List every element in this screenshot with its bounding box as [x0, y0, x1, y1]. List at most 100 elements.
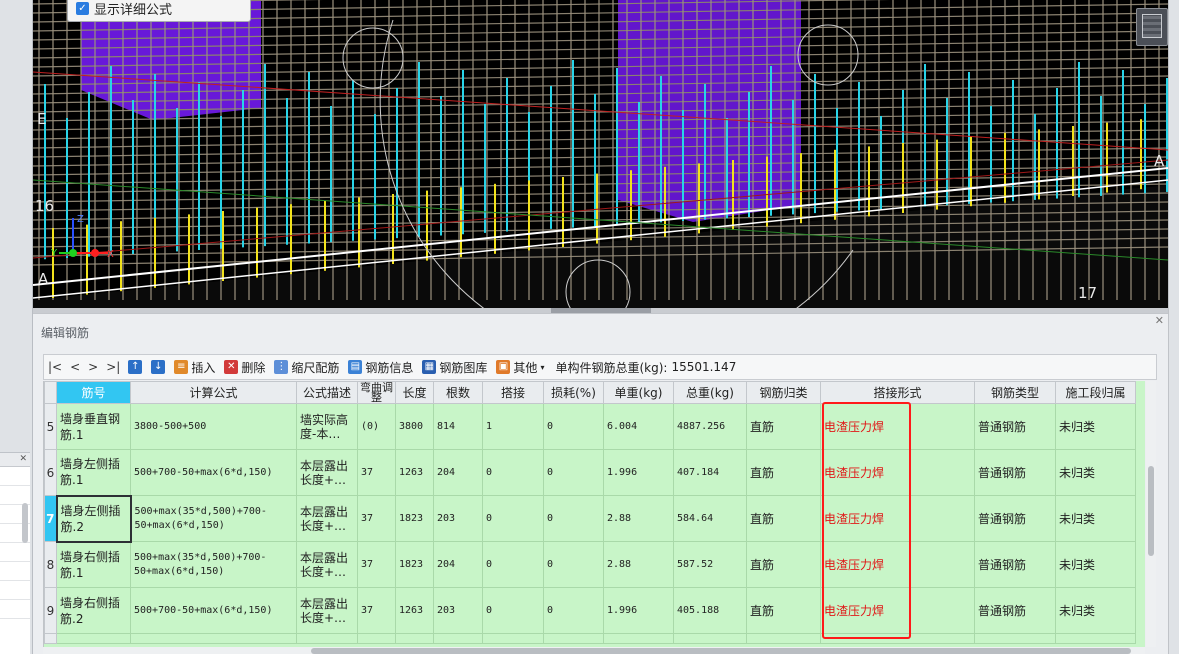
table-row[interactable]: 6 墙身左侧插筋.1 500+700-50+max(6*d,150) 本层露出长… [44, 449, 1136, 496]
cell-length[interactable]: 1823 [395, 541, 434, 588]
row-number[interactable]: 6 [44, 449, 57, 496]
cell-desc[interactable]: 本层露出长度+… [296, 541, 358, 588]
col-header-desc[interactable]: 公式描述 [296, 381, 358, 404]
view-cube-icon[interactable] [1136, 8, 1168, 46]
cell-count[interactable]: 814 [433, 403, 483, 450]
cell-empty[interactable] [357, 633, 396, 644]
cell-loss[interactable]: 0 [543, 403, 604, 450]
cell-total-weight[interactable]: 405.188 [673, 587, 747, 634]
cell-count[interactable]: 203 [433, 495, 483, 542]
cell-category[interactable]: 直筋 [746, 449, 821, 496]
cell-lap-form[interactable]: 电渣压力焊 [820, 449, 975, 496]
cell-empty[interactable] [1055, 633, 1136, 644]
move-up-button[interactable]: ↑ [128, 360, 143, 374]
col-header-lap[interactable]: 搭接 [482, 381, 544, 404]
cell-bend[interactable]: 37 [357, 495, 396, 542]
cell-name[interactable]: 墙身右侧插筋.2 [56, 587, 131, 634]
cell-bend[interactable]: 37 [357, 449, 396, 496]
cell-empty[interactable] [395, 633, 434, 644]
col-header-category[interactable]: 钢筋归类 [746, 381, 821, 404]
row-number[interactable]: 9 [44, 587, 57, 634]
rebar-info-button[interactable]: ▤ 钢筋信息 [348, 359, 413, 376]
nav-last-button[interactable]: >| [106, 360, 120, 374]
cell-formula[interactable]: 500+700-50+max(6*d,150) [130, 587, 297, 634]
cell-formula[interactable]: 500+700-50+max(6*d,150) [130, 449, 297, 496]
cell-empty[interactable] [543, 633, 604, 644]
nav-prev-button[interactable]: < [70, 360, 80, 374]
cell-lap-form[interactable]: 电渣压力焊 [820, 495, 975, 542]
cell-empty[interactable] [130, 633, 297, 644]
cell-empty[interactable] [433, 633, 483, 644]
cell-unit-weight[interactable]: 1.996 [603, 587, 674, 634]
cell-lap[interactable]: 0 [482, 541, 544, 588]
cell-total-weight[interactable]: 407.184 [673, 449, 747, 496]
table-row[interactable]: 9 墙身右侧插筋.2 500+700-50+max(6*d,150) 本层露出长… [44, 587, 1136, 634]
cell-name-selected[interactable]: 墙身左侧插筋.2 [55, 494, 132, 543]
col-header-total-weight[interactable]: 总重(kg) [673, 381, 747, 404]
cell-empty[interactable] [820, 633, 975, 644]
table-row[interactable]: 8 墙身右侧插筋.1 500+max(35*d,500)+700-50+max(… [44, 541, 1136, 588]
col-header-lap-form[interactable]: 搭接形式 [820, 381, 975, 404]
cell-desc[interactable]: 本层露出长度+… [296, 449, 358, 496]
col-header-formula[interactable]: 计算公式 [130, 381, 297, 404]
cell-type[interactable]: 普通钢筋 [974, 449, 1056, 496]
cell-empty[interactable] [974, 633, 1056, 644]
delete-button[interactable]: ✕ 删除 [224, 359, 265, 376]
cell-unit-weight[interactable]: 1.996 [603, 449, 674, 496]
cell-name[interactable]: 墙身右侧插筋.1 [56, 541, 131, 588]
move-down-button[interactable]: ↓ [151, 360, 166, 374]
cell-name[interactable]: 墙身垂直钢筋.1 [56, 403, 131, 450]
col-header-segment[interactable]: 施工段归属 [1055, 381, 1136, 404]
mini-grid-close-icon[interactable]: ✕ [0, 453, 30, 467]
cell-loss[interactable]: 0 [543, 495, 604, 542]
cell-type[interactable]: 普通钢筋 [974, 495, 1056, 542]
row-number[interactable]: 5 [44, 403, 57, 450]
cell-count[interactable]: 203 [433, 587, 483, 634]
col-header-bend[interactable]: 弯曲调整 [357, 381, 396, 404]
cell-length[interactable]: 1823 [395, 495, 434, 542]
table-vertical-scrollbar[interactable] [1146, 381, 1156, 647]
cell-count[interactable]: 204 [433, 541, 483, 588]
cell-bend[interactable]: 37 [357, 541, 396, 588]
cell-length[interactable]: 1263 [395, 587, 434, 634]
cell-segment[interactable]: 未归类 [1055, 587, 1136, 634]
cell-type[interactable]: 普通钢筋 [974, 587, 1056, 634]
panel-close-icon[interactable]: ✕ [1155, 314, 1164, 327]
cell-type[interactable]: 普通钢筋 [974, 541, 1056, 588]
col-header-count[interactable]: 根数 [433, 381, 483, 404]
cell-loss[interactable]: 0 [543, 587, 604, 634]
cell-count[interactable]: 204 [433, 449, 483, 496]
cell-lap-form[interactable]: 电渣压力焊 [820, 403, 975, 450]
col-header-name[interactable]: 筋号 [56, 381, 131, 404]
col-header-length[interactable]: 长度 [395, 381, 434, 404]
table-row-selected[interactable]: 7 墙身左侧插筋.2 500+max(35*d,500)+700-50+max(… [44, 494, 1136, 543]
table-row-partial[interactable] [44, 633, 1136, 644]
cell-segment[interactable]: 未归类 [1055, 403, 1136, 450]
cell-lap[interactable]: 0 [482, 587, 544, 634]
cell-category[interactable]: 直筋 [746, 403, 821, 450]
cell-lap[interactable]: 1 [482, 403, 544, 450]
cell-empty[interactable] [603, 633, 674, 644]
cell-unit-weight[interactable]: 6.004 [603, 403, 674, 450]
cell-empty[interactable] [296, 633, 358, 644]
cell-empty[interactable] [482, 633, 544, 644]
insert-button[interactable]: ≡ 插入 [174, 359, 215, 376]
mini-grid-scrollbar[interactable] [22, 503, 28, 543]
cell-category[interactable]: 直筋 [746, 587, 821, 634]
cell-formula[interactable]: 3800-500+500 [130, 403, 297, 450]
row-number[interactable] [44, 633, 57, 644]
cell-category[interactable]: 直筋 [746, 541, 821, 588]
row-number[interactable]: 8 [44, 541, 57, 588]
cell-desc[interactable]: 墙实际高度-本… [296, 403, 358, 450]
nav-next-button[interactable]: > [88, 360, 98, 374]
cell-type[interactable]: 普通钢筋 [974, 403, 1056, 450]
cell-segment[interactable]: 未归类 [1055, 541, 1136, 588]
cell-empty[interactable] [746, 633, 821, 644]
cell-unit-weight[interactable]: 2.88 [603, 541, 674, 588]
cell-segment[interactable]: 未归类 [1055, 449, 1136, 496]
col-header-unit-weight[interactable]: 单重(kg) [603, 381, 674, 404]
cell-total-weight[interactable]: 584.64 [673, 495, 747, 542]
nav-first-button[interactable]: |< [48, 360, 62, 374]
col-header-loss[interactable]: 损耗(%) [543, 381, 604, 404]
cell-desc[interactable]: 本层露出长度+… [296, 495, 358, 542]
